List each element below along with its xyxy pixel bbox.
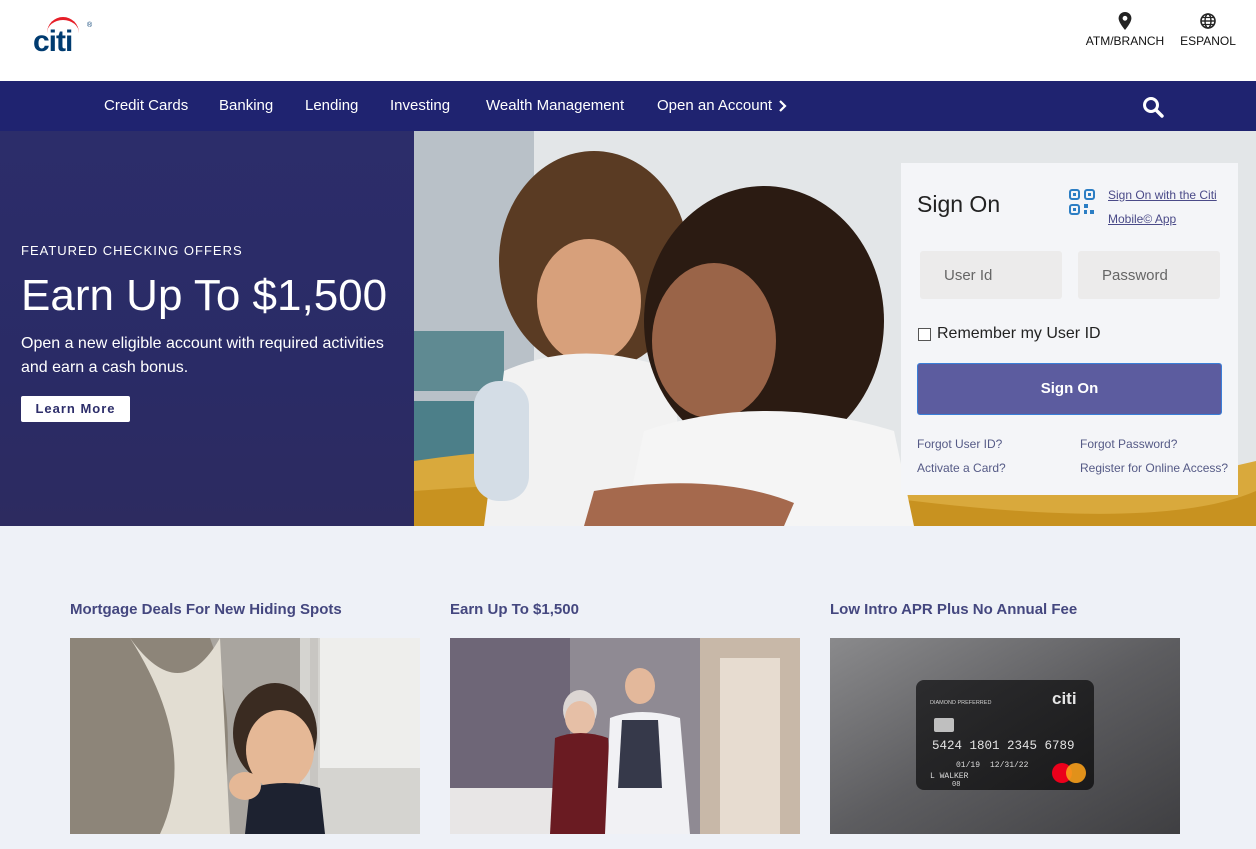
promo-photo-child-curtain <box>70 638 420 834</box>
open-account-label: Open an Account <box>657 97 773 114</box>
card-member-since: 08 <box>952 781 960 789</box>
nav-item-open-account[interactable]: Open an Account <box>657 97 787 114</box>
logo-registered-mark: ® <box>87 22 93 29</box>
promo-title-apr[interactable]: Low Intro APR Plus No Annual Fee <box>830 601 1077 618</box>
sign-on-panel: Sign On Sign On with the Citi Mobile© Ap… <box>901 163 1238 495</box>
remember-user-checkbox[interactable] <box>918 328 931 341</box>
learn-more-button[interactable]: Learn More <box>21 396 130 422</box>
card-expiry: 12/31/22 <box>990 761 1029 770</box>
promo-credit-card-image: DIAMOND PREFERRED citi 5424 1801 2345 67… <box>830 638 1180 834</box>
chevron-right-icon <box>779 100 787 112</box>
mobile-app-qr-icon[interactable] <box>1069 189 1095 215</box>
top-header: citi ® ATM/BRANCH ESPANOL <box>0 0 1256 81</box>
map-pin-icon <box>1118 12 1132 30</box>
card-valid-from: 01/19 <box>956 761 980 770</box>
promo-title-mortgage[interactable]: Mortgage Deals For New Hiding Spots <box>70 601 342 618</box>
atm-branch-label: ATM/BRANCH <box>1085 34 1165 48</box>
nav-item-lending[interactable]: Lending <box>305 97 358 114</box>
hero-subtitle: Open a new eligible account with require… <box>21 335 384 376</box>
mobile-app-sign-on-link[interactable]: Sign On with the Citi Mobile© App <box>1108 183 1223 231</box>
remember-user-label: Remember my User ID <box>937 325 1101 342</box>
promo-image-apr[interactable]: DIAMOND PREFERRED citi 5424 1801 2345 67… <box>830 638 1180 834</box>
hero-eyebrow: FEATURED CHECKING OFFERS <box>21 243 243 258</box>
promo-image-earn[interactable] <box>450 638 800 834</box>
citi-logo[interactable]: citi ® <box>33 17 93 58</box>
register-online-link[interactable]: Register for Online Access? <box>1080 461 1228 475</box>
forgot-user-id-link[interactable]: Forgot User ID? <box>917 437 1002 451</box>
card-brand: citi <box>1052 689 1077 708</box>
nav-item-banking[interactable]: Banking <box>219 97 273 114</box>
nav-item-wealth-management[interactable]: Wealth Management <box>486 97 624 114</box>
search-icon[interactable] <box>1142 96 1164 118</box>
globe-icon <box>1200 13 1216 29</box>
main-nav: Credit Cards Banking Lending Investing W… <box>0 81 1256 131</box>
nav-item-credit-cards[interactable]: Credit Cards <box>104 97 188 114</box>
card-number: 5424 1801 2345 6789 <box>932 739 1075 753</box>
activate-card-link[interactable]: Activate a Card? <box>917 461 1006 475</box>
atm-branch-link[interactable]: ATM/BRANCH <box>1082 12 1168 48</box>
card-holder-name: L WALKER <box>930 772 969 781</box>
sign-on-title: Sign On <box>917 191 1001 217</box>
nav-item-investing[interactable]: Investing <box>390 97 450 114</box>
promo-title-earn[interactable]: Earn Up To $1,500 <box>450 601 579 618</box>
logo-text: citi <box>33 25 73 58</box>
password-input[interactable] <box>1078 251 1220 299</box>
promo-photo-older-couple <box>450 638 800 834</box>
hero-offer-panel: FEATURED CHECKING OFFERS Earn Up To $1,5… <box>0 131 414 526</box>
forgot-password-link[interactable]: Forgot Password? <box>1080 437 1177 451</box>
sign-on-button[interactable]: Sign On <box>917 363 1222 415</box>
espanol-label: ESPANOL <box>1180 34 1236 48</box>
card-tier: DIAMOND PREFERRED <box>930 700 991 706</box>
promo-image-mortgage[interactable] <box>70 638 420 834</box>
user-id-input[interactable] <box>920 251 1062 299</box>
espanol-link[interactable]: ESPANOL <box>1178 12 1238 48</box>
hero-title: Earn Up To $1,500 <box>21 271 388 320</box>
